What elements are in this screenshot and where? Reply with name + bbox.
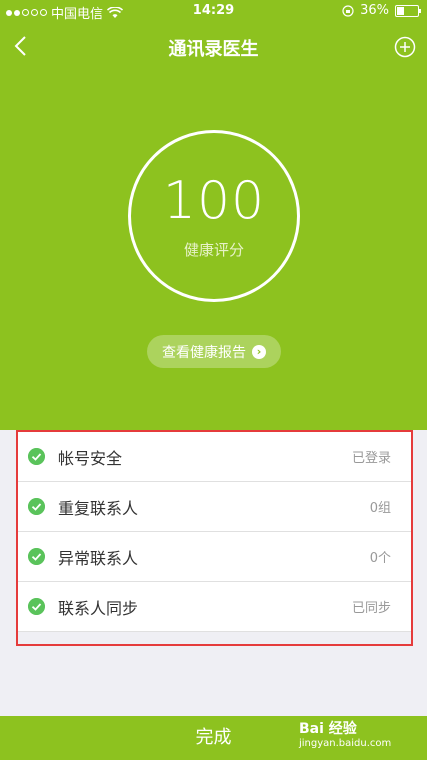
list-item[interactable]: 异常联系人 0个 [18, 532, 411, 582]
watermark: Bai 经验 jingyan.baidu.com [299, 718, 419, 758]
page-title: 通讯录医生 [168, 39, 259, 60]
header-hero: 中国电信 14:29 36% 通讯录医生 100 健康评分 查看健康报告 › [0, 0, 427, 430]
status-right: 36% [342, 3, 421, 18]
chevron-right-icon: › [252, 344, 266, 359]
score-ring: 100 健康评分 [128, 130, 300, 302]
watermark-url: jingyan.baidu.com [299, 738, 392, 749]
rotation-lock-icon [342, 4, 354, 17]
list-item-label: 重复联系人 [58, 499, 139, 518]
check-circle-icon [28, 498, 45, 515]
done-label: 完成 [195, 727, 232, 748]
nav-bar: 通讯录医生 [0, 22, 427, 72]
view-report-label: 查看健康报告 [162, 344, 246, 361]
list-item[interactable]: 重复联系人 0组 [18, 482, 411, 532]
list-item[interactable]: 帐号安全 已登录 [18, 432, 411, 482]
battery-icon [395, 4, 421, 17]
list-item-value: 0组 [369, 501, 391, 516]
list-item-value: 0个 [369, 551, 391, 566]
check-circle-icon [28, 448, 45, 465]
list-item-value: 已同步 [351, 601, 391, 616]
status-bar: 中国电信 14:29 36% [0, 0, 427, 22]
list-item-label: 帐号安全 [58, 449, 123, 468]
view-report-button[interactable]: 查看健康报告 › [147, 335, 281, 368]
watermark-brand: Bai 经验 [299, 721, 357, 737]
highlight-frame-edge [16, 644, 413, 646]
list-item-label: 联系人同步 [58, 599, 139, 618]
list-item-value: 已登录 [351, 451, 391, 466]
add-icon[interactable] [394, 36, 416, 58]
check-circle-icon [28, 598, 45, 615]
health-score-value: 100 [162, 171, 266, 231]
check-circle-icon [28, 548, 45, 565]
battery-percent: 36% [360, 3, 389, 18]
health-score-label: 健康评分 [183, 241, 244, 259]
check-list: 帐号安全 已登录 重复联系人 0组 异常联系人 0个 联系人同步 已同步 [16, 430, 413, 632]
list-item-label: 异常联系人 [58, 549, 139, 568]
list-item[interactable]: 联系人同步 已同步 [18, 582, 411, 632]
